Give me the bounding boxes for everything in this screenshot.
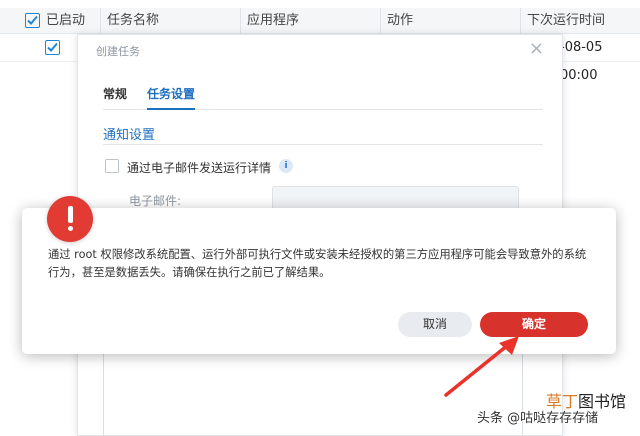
watermark-author: 头条 @咕哒存存存储 xyxy=(477,411,599,426)
annotation-arrow-icon xyxy=(444,336,519,397)
